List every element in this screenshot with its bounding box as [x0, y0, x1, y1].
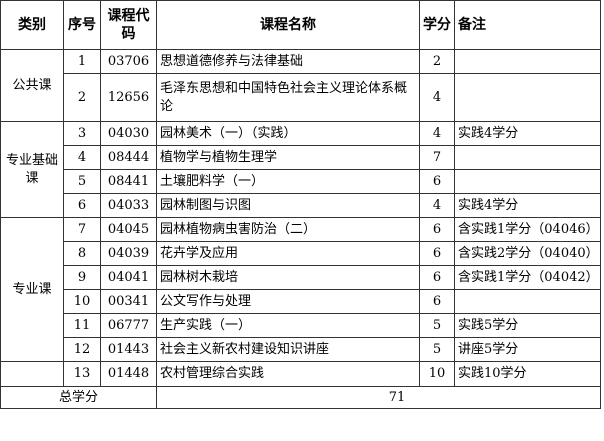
cell-no: 10	[63, 289, 101, 314]
cell-code: 04045	[100, 217, 157, 242]
cell-credit: 10	[419, 361, 455, 387]
cell-credit: 5	[419, 313, 455, 338]
cell-no: 2	[63, 73, 101, 122]
cell-credit: 4	[419, 193, 455, 218]
header-number: 序号	[63, 0, 101, 50]
cell-no: 5	[63, 169, 101, 194]
cell-name: 园林美术（一）（实践）	[156, 121, 420, 146]
cell-credit: 6	[419, 217, 455, 242]
curriculum-table: 类别 序号 课程代码 课程名称 学分 备注 公共课 1 03706 思想道德修养…	[0, 0, 601, 409]
group-public: 公共课	[0, 49, 64, 122]
cell-credit: 4	[419, 121, 455, 146]
cell-code: 08444	[100, 145, 157, 170]
table-row: 12 01443 社会主义新农村建设知识讲座 5 讲座5学分	[1, 337, 601, 362]
total-label: 总学分	[0, 386, 157, 409]
cell-credit: 6	[419, 289, 455, 314]
header-note: 备注	[454, 0, 601, 50]
cell-code: 04033	[100, 193, 157, 218]
cell-no: 7	[63, 217, 101, 242]
table-row: 8 04039 花卉学及应用 6 含实践2学分（04040）	[1, 241, 601, 266]
table-row: 6 04033 园林制图与识图 4 实践4学分	[1, 193, 601, 218]
cell-code: 06777	[100, 313, 157, 338]
cell-note	[454, 169, 601, 194]
table-row: 公共课 1 03706 思想道德修养与法律基础 2	[0, 49, 601, 122]
header-code: 课程代码	[100, 0, 157, 50]
header-row: 类别 序号 课程代码 课程名称 学分 备注	[0, 0, 601, 50]
table-row: 专业课 7 04045 园林植物病虫害防治（二） 6 含实践1学分（04046）	[0, 217, 601, 362]
cell-note: 含实践1学分（04046）	[454, 217, 601, 242]
cell-no: 9	[63, 265, 101, 290]
cell-note	[454, 73, 601, 122]
cell-empty-category	[0, 361, 64, 387]
cell-note: 含实践2学分（04040）	[454, 241, 601, 266]
cell-credit: 2	[419, 49, 455, 74]
cell-name: 社会主义新农村建设知识讲座	[156, 337, 420, 362]
cell-no: 11	[63, 313, 101, 338]
cell-code: 04041	[100, 265, 157, 290]
cell-name: 土壤肥料学（一）	[156, 169, 420, 194]
group-major: 专业课	[0, 217, 64, 362]
cell-name: 农村管理综合实践	[156, 361, 420, 387]
table-row: 13 01448 农村管理综合实践 10 实践10学分	[0, 361, 601, 387]
cell-credit: 7	[419, 145, 455, 170]
cell-no: 6	[63, 193, 101, 218]
cell-note: 讲座5学分	[454, 337, 601, 362]
cell-credit: 6	[419, 169, 455, 194]
cell-no: 4	[63, 145, 101, 170]
table-row: 9 04041 园林树木栽培 6 含实践1学分（04042）	[1, 265, 601, 290]
header-name: 课程名称	[156, 0, 420, 50]
table-row: 4 08444 植物学与植物生理学 7	[1, 145, 601, 170]
cell-no: 13	[63, 361, 101, 387]
cell-credit: 5	[419, 337, 455, 362]
cell-name: 毛泽东思想和中国特色社会主义理论体系概论	[156, 73, 420, 122]
cell-code: 12656	[100, 73, 157, 122]
group-major-basic: 专业基础课	[0, 121, 64, 218]
page: 类别 序号 课程代码 课程名称 学分 备注 公共课 1 03706 思想道德修养…	[0, 0, 604, 441]
cell-name: 思想道德修养与法律基础	[156, 49, 420, 74]
cell-note: 实践5学分	[454, 313, 601, 338]
cell-note	[454, 145, 601, 170]
cell-no: 1	[63, 49, 101, 74]
cell-name: 园林植物病虫害防治（二）	[156, 217, 420, 242]
table-row: 专业基础课 3 04030 园林美术（一）（实践） 4 实践4学分	[0, 121, 601, 218]
cell-credit: 4	[419, 73, 455, 122]
total-row: 总学分 71	[0, 386, 601, 409]
cell-name: 花卉学及应用	[156, 241, 420, 266]
header-credit: 学分	[419, 0, 455, 50]
cell-credit: 6	[419, 265, 455, 290]
total-value: 71	[156, 386, 601, 409]
cell-code: 04030	[100, 121, 157, 146]
cell-code: 00341	[100, 289, 157, 314]
cell-no: 8	[63, 241, 101, 266]
cell-credit: 6	[419, 241, 455, 266]
cell-note: 实践4学分	[454, 121, 601, 146]
cell-note	[454, 49, 601, 74]
table-row: 5 08441 土壤肥料学（一） 6	[1, 169, 601, 194]
cell-note: 含实践1学分（04042）	[454, 265, 601, 290]
table-row: 2 12656 毛泽东思想和中国特色社会主义理论体系概论 4	[1, 73, 601, 122]
cell-name: 公文写作与处理	[156, 289, 420, 314]
cell-no: 3	[63, 121, 101, 146]
cell-note	[454, 289, 601, 314]
header-category: 类别	[0, 0, 64, 50]
cell-name: 生产实践（一）	[156, 313, 420, 338]
table-row: 10 00341 公文写作与处理 6	[1, 289, 601, 314]
cell-code: 01448	[100, 361, 157, 387]
cell-no: 12	[63, 337, 101, 362]
cell-note: 实践10学分	[454, 361, 601, 387]
cell-code: 01443	[100, 337, 157, 362]
cell-name: 园林制图与识图	[156, 193, 420, 218]
cell-code: 03706	[100, 49, 157, 74]
cell-code: 04039	[100, 241, 157, 266]
cell-name: 园林树木栽培	[156, 265, 420, 290]
cell-note: 实践4学分	[454, 193, 601, 218]
cell-code: 08441	[100, 169, 157, 194]
table-row: 11 06777 生产实践（一） 5 实践5学分	[1, 313, 601, 338]
cell-name: 植物学与植物生理学	[156, 145, 420, 170]
